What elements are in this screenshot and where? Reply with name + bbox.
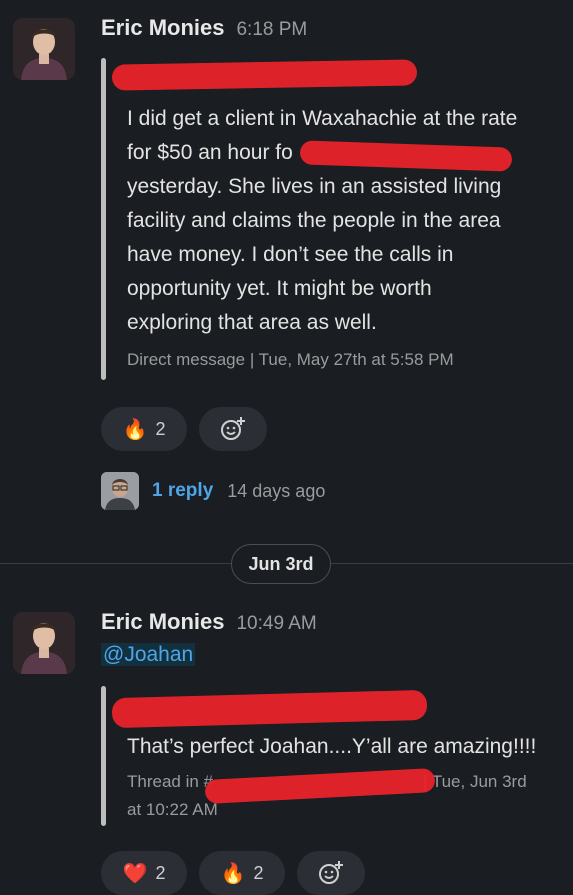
heart-icon: ❤️ — [122, 862, 148, 885]
message-header: Eric Monies 6:18 PM — [101, 15, 307, 41]
redaction-mark — [111, 59, 418, 91]
quote-source-prefix: Thread in # — [127, 772, 213, 791]
reaction-fire[interactable]: 🔥 2 — [101, 407, 187, 451]
reply-avatar — [101, 472, 139, 510]
date-divider[interactable]: Jun 3rd — [231, 544, 331, 584]
reaction-count: 2 — [155, 418, 166, 439]
quote-source[interactable]: Direct message | Tue, May 27th at 5:58 P… — [127, 346, 557, 374]
reply-count-link[interactable]: 1 reply — [152, 480, 213, 502]
quote-line: have money. I don’t see the calls in — [127, 243, 454, 266]
message-timestamp[interactable]: 6:18 PM — [236, 19, 307, 40]
quote-source-suffix: | Tue, Jun 3rd — [423, 772, 527, 791]
add-emoji-icon — [319, 861, 343, 884]
author-name[interactable]: Eric Monies — [101, 15, 224, 40]
quote-bar — [101, 58, 106, 380]
message-body: @Joahan — [101, 643, 196, 667]
user-mention[interactable]: @Joahan — [101, 643, 196, 666]
thread-replies[interactable]: 1 reply 14 days ago — [101, 472, 325, 510]
add-reaction-button[interactable] — [199, 407, 267, 451]
quote-line: I did get a client in Waxahachie at the … — [127, 107, 518, 130]
author-name[interactable]: Eric Monies — [101, 609, 224, 634]
reaction-heart[interactable]: ❤️ 2 — [101, 851, 187, 895]
quote-line: opportunity yet. It might be worth — [127, 277, 432, 300]
fire-icon: 🔥 — [220, 862, 246, 885]
quote-line: yesterday. She lives in an assisted livi… — [127, 175, 502, 198]
quote-line: That’s perfect Joahan....Y’all are amazi… — [127, 735, 537, 758]
message-timestamp[interactable]: 10:49 AM — [236, 613, 316, 634]
add-reaction-button[interactable] — [297, 851, 365, 895]
last-reply-age: 14 days ago — [227, 481, 326, 501]
reaction-fire[interactable]: 🔥 2 — [199, 851, 285, 895]
author-avatar[interactable] — [13, 612, 75, 674]
fire-icon: 🔥 — [122, 418, 148, 441]
message-header: Eric Monies 10:49 AM — [101, 609, 317, 635]
quote-line: exploring that area as well. — [127, 311, 377, 334]
reaction-count: 2 — [253, 862, 264, 883]
reaction-count: 2 — [155, 862, 166, 883]
add-emoji-icon — [221, 417, 245, 440]
quote-bar — [101, 686, 106, 826]
quote-line: facility and claims the people in the ar… — [127, 209, 501, 232]
redaction-mark — [111, 689, 428, 729]
author-avatar[interactable] — [13, 18, 75, 80]
quote-source-time: at 10:22 AM — [127, 800, 218, 819]
